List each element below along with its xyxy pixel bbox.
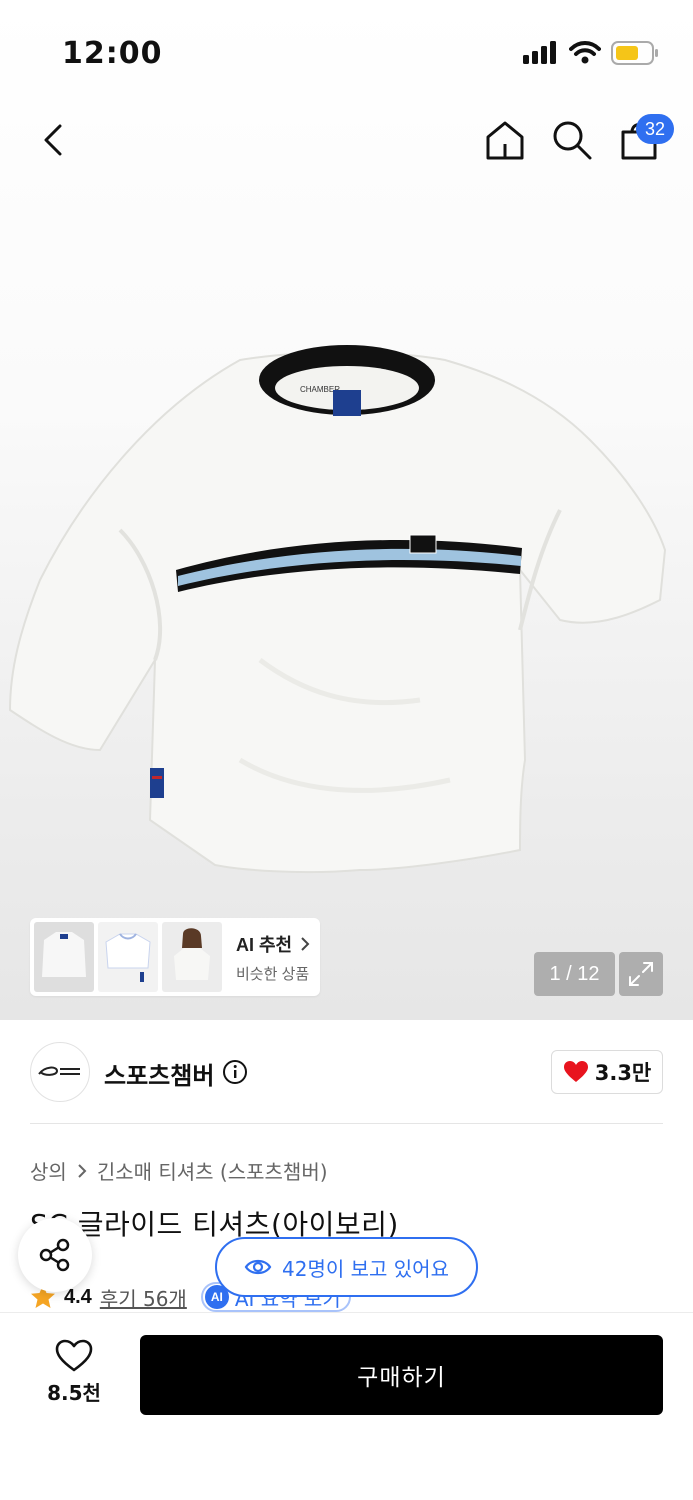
status-bar: 12:00 [0,0,693,100]
bottom-action-bar: 8.5천 구매하기 [0,1312,693,1500]
viewers-count-pill: 42명이 보고 있어요 [215,1237,478,1297]
info-icon[interactable] [222,1059,248,1085]
expand-icon [629,962,653,986]
wishlist-count: 8.5천 [47,1381,101,1405]
divider [30,1123,663,1124]
ai-recommend-title: AI 추천 [236,931,311,957]
top-nav [0,100,693,180]
share-icon [39,1238,70,1272]
viewers-label: 42명이 보고 있어요 [282,1256,449,1281]
chevron-right-icon [78,1163,87,1178]
status-time: 12:00 [62,36,163,71]
ai-recommend-text[interactable]: AI 추천 비슷한 상품 [236,931,311,984]
home-icon[interactable] [483,118,527,162]
back-icon[interactable] [34,118,74,162]
brand-like-button[interactable]: 3.3만 [551,1050,663,1094]
brand-logo[interactable] [30,1042,90,1102]
eye-icon [244,1259,272,1275]
wishlist-button[interactable]: 8.5천 [34,1339,114,1409]
ai-recommend-card[interactable]: AI 추천 비슷한 상품 [30,918,320,996]
image-page-counter: 1 / 12 [534,952,615,996]
breadcrumb-item[interactable]: 긴소매 티셔츠 (스포츠챔버) [97,1156,328,1185]
battery-icon [611,41,658,65]
share-button[interactable] [18,1218,92,1292]
wifi-icon [569,41,601,64]
expand-image-button[interactable] [619,952,663,996]
chevron-right-icon [301,936,310,951]
recommend-thumb-3[interactable] [162,922,222,992]
search-icon[interactable] [550,118,594,162]
breadcrumb: 상의 긴소매 티셔츠 (스포츠챔버) [30,1156,328,1185]
heart-filled-icon [563,1061,588,1082]
cart-count-badge: 32 [636,114,674,144]
heart-outline-icon [55,1339,93,1372]
ai-recommend-subtitle: 비슷한 상품 [236,965,310,983]
recommend-thumb-1[interactable] [34,922,94,992]
buy-button[interactable]: 구매하기 [140,1335,663,1415]
recommend-thumb-2[interactable] [98,922,158,992]
brand-name[interactable]: 스포츠챔버 [104,1056,214,1091]
brand-like-count: 3.3만 [594,1061,652,1085]
product-image[interactable]: CHAMBER [0,330,693,890]
brand-row: 스포츠챔버 3.3만 [30,1040,663,1106]
review-link[interactable]: 후기 56개 [100,1283,187,1312]
breadcrumb-item[interactable]: 상의 [30,1156,67,1185]
status-icons [523,40,659,66]
signal-icon [523,41,556,64]
brand-logo-mark [38,1066,80,1076]
